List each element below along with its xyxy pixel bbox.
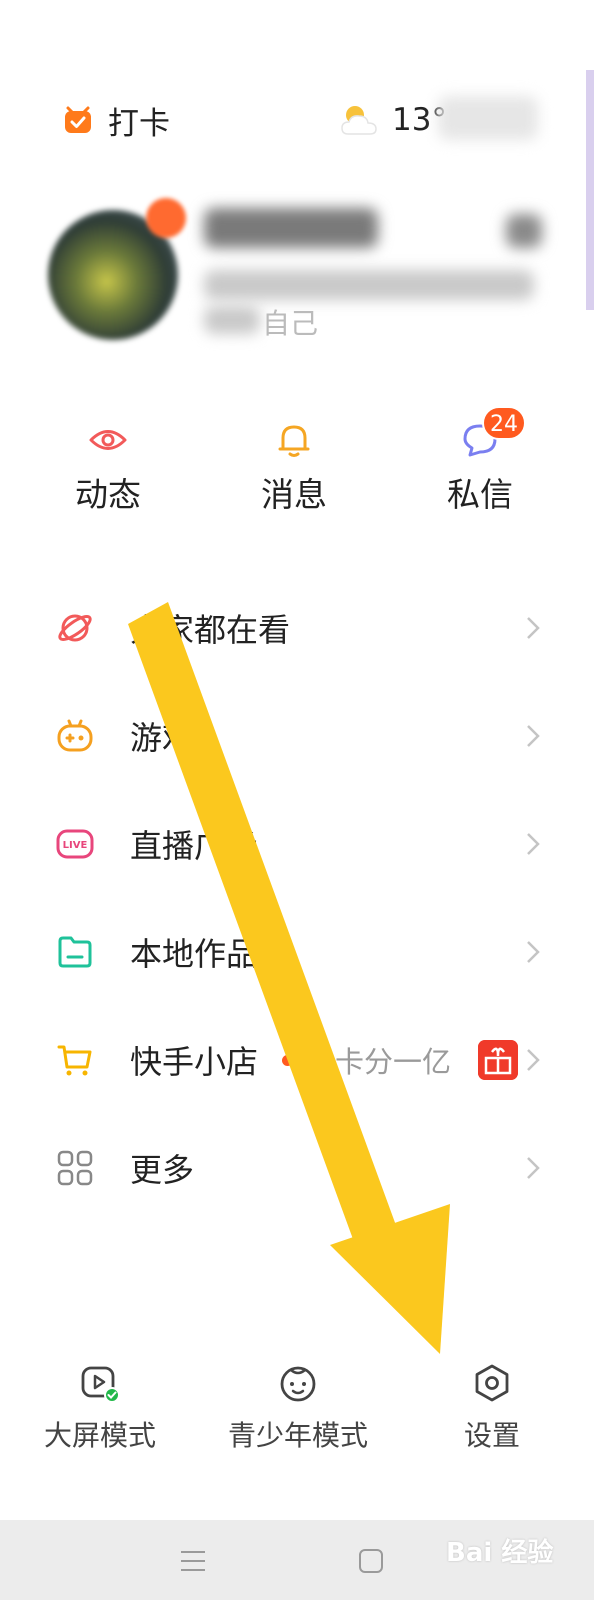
menu-item-games[interactable]: 游戏 (0, 682, 594, 790)
unread-count-badge: 24 (482, 406, 526, 440)
baidu-watermark: Bai 经验 (446, 1538, 554, 1568)
live-icon: LIVE (56, 829, 94, 859)
folder-icon (58, 936, 92, 968)
checkin-button[interactable]: 打卡 (62, 100, 170, 142)
menu-item-more[interactable]: 更多 (0, 1114, 594, 1222)
menu-item-label: 游戏 (130, 719, 195, 757)
quick-action-label: 消息 (261, 475, 327, 514)
blurred-profile-arrow (506, 214, 542, 248)
blurred-username (204, 208, 378, 248)
teen-mode-button[interactable]: 青少年模式 (208, 1362, 388, 1454)
checkin-icon (65, 106, 91, 133)
eye-icon (89, 430, 127, 450)
menu-item-local-works[interactable]: 本地作品集 (0, 898, 594, 1006)
menu-item-label: 本地作品集 (130, 935, 291, 973)
settings-icon (475, 1364, 509, 1402)
blurred-location (438, 96, 538, 140)
partly-cloudy-icon (341, 106, 377, 135)
big-screen-icon (81, 1366, 120, 1403)
checkin-label: 打卡 (108, 105, 170, 142)
grid-icon (57, 1150, 93, 1186)
chevron-right-icon (527, 1157, 540, 1179)
child-face-icon (280, 1366, 316, 1402)
menu-lines-icon[interactable] (178, 1546, 208, 1576)
avatar-notification-dot (146, 198, 186, 238)
teen-mode-label: 青少年模式 (227, 1419, 368, 1452)
arrow-head (330, 1204, 450, 1354)
chevron-right-icon (527, 725, 540, 747)
big-screen-mode-button[interactable]: 大屏模式 (10, 1362, 190, 1454)
menu-item-live-square[interactable]: LIVE 直播广场 (0, 790, 594, 898)
quick-action-label: 私信 (447, 475, 513, 514)
menu-item-label: 直播广场 (130, 827, 259, 865)
cart-icon (57, 1045, 92, 1076)
chevron-right-icon (527, 1049, 540, 1071)
menu-item-label: 快手小店 (130, 1043, 259, 1081)
quick-action-private-messages[interactable]: 私信 (410, 420, 550, 516)
gift-promo-icon (478, 1040, 518, 1080)
settings-button[interactable]: 设置 (402, 1362, 582, 1454)
background-page-edge (586, 70, 594, 310)
menu-item-label: 大家都在看 (130, 611, 291, 649)
chevron-right-icon (527, 833, 540, 855)
menu-item-trending[interactable]: 大家都在看 (0, 574, 594, 682)
bell-icon (278, 425, 310, 457)
promo-text: 集卡分一亿 (306, 1045, 452, 1079)
weather-widget[interactable]: 13° (338, 100, 447, 140)
blurred-bio-line (204, 270, 534, 300)
settings-label: 设置 (463, 1419, 520, 1452)
svg-text:LIVE: LIVE (63, 840, 88, 851)
quick-action-messages[interactable]: 消息 (224, 420, 364, 516)
planet-icon (58, 614, 92, 642)
big-screen-mode-label: 大屏模式 (43, 1419, 156, 1452)
bio-text-tail: 自己 (262, 307, 319, 340)
quick-action-moments[interactable]: 动态 (38, 420, 178, 516)
quick-action-label: 动态 (75, 475, 141, 514)
new-dot (282, 1054, 293, 1066)
chevron-right-icon (527, 617, 540, 639)
home-square-icon[interactable] (356, 1546, 386, 1576)
menu-item-kwai-shop[interactable]: 快手小店 集卡分一亿 (0, 1006, 594, 1114)
menu-item-label: 更多 (130, 1151, 195, 1189)
blurred-bio-line-2 (204, 306, 260, 334)
gamepad-icon (57, 719, 93, 752)
chevron-right-icon (527, 941, 540, 963)
